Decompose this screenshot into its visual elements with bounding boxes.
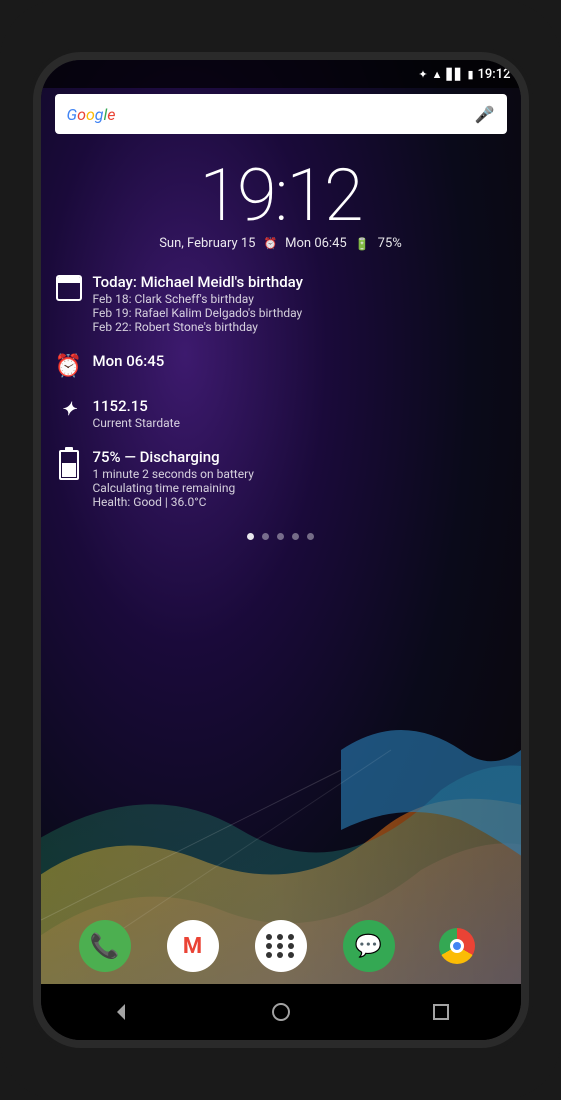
battery-title: 75% — Discharging (93, 448, 254, 466)
stardate-text: 1152.15 Current Stardate (93, 397, 180, 430)
widget-section: Today: Michael Meidl's birthday Feb 18: … (55, 269, 507, 513)
stardate-label: Current Stardate (93, 416, 180, 430)
alarm-text: Mon 06:45 (93, 352, 165, 370)
battery-icon-widget (55, 450, 83, 485)
calendar-icon-graphic (56, 275, 82, 301)
calendar-icon (55, 275, 83, 306)
clock-colon: : (275, 153, 287, 238)
alarm-icon-small: ⏰ (263, 237, 277, 250)
back-icon (111, 1002, 131, 1022)
status-icons: ✦ ▲ ▋▋ ▮ 19:12 (418, 67, 510, 82)
clock-widget: 19:12 Sun, February 15 ⏰ Mon 06:45 🔋 75% (55, 140, 507, 261)
bluetooth-icon: ✦ (418, 68, 427, 81)
battery-text: 75% — Discharging 1 minute 2 seconds on … (93, 448, 254, 509)
calendar-widget: Today: Michael Meidl's birthday Feb 18: … (55, 269, 507, 338)
page-dots (41, 533, 521, 540)
dot-1 (262, 533, 269, 540)
status-time: 19:12 (478, 67, 511, 82)
phone-outer: ✦ ▲ ▋▋ ▮ 19:12 Google 🎤 19:12 Sun, Feb (0, 0, 561, 1100)
calendar-text: Today: Michael Meidl's birthday Feb 18: … (93, 273, 304, 334)
status-bar: ✦ ▲ ▋▋ ▮ 19:12 (41, 60, 521, 88)
clock-info-row: Sun, February 15 ⏰ Mon 06:45 🔋 75% (55, 236, 507, 251)
clock-date: Sun, February 15 (159, 236, 255, 251)
alarm-icon: ⏰ (55, 354, 83, 379)
back-button[interactable] (101, 992, 141, 1032)
battery-detail1: 1 minute 2 seconds on battery (93, 467, 254, 481)
apps-grid-icon (266, 934, 296, 958)
clock-minute: 12 (286, 153, 361, 238)
calendar-line2: Feb 19: Rafael Kalim Delgado's birthday (93, 306, 304, 320)
stardate-value: 1152.15 (93, 397, 180, 415)
clock-battery: 75% (378, 236, 402, 251)
clock-hour: 19 (199, 153, 274, 238)
battery-icon: ▮ (467, 68, 473, 81)
hangouts-icon: 💬 (355, 934, 382, 959)
clock-alarm: Mon 06:45 (285, 236, 347, 251)
battery-detail3: Health: Good | 36.0°C (93, 495, 254, 509)
dock-phone-button[interactable]: 📞 (79, 920, 131, 972)
battery-widget: 75% — Discharging 1 minute 2 seconds on … (55, 444, 507, 513)
dot-3 (292, 533, 299, 540)
dot-0 (247, 533, 254, 540)
phone-icon: 📞 (90, 932, 120, 960)
calendar-line1: Feb 18: Clark Scheff's birthday (93, 292, 304, 306)
dot-2 (277, 533, 284, 540)
alarm-widget: ⏰ Mon 06:45 (55, 348, 507, 383)
dock-applauncher-button[interactable] (255, 920, 307, 972)
phone-body: ✦ ▲ ▋▋ ▮ 19:12 Google 🎤 19:12 Sun, Feb (41, 60, 521, 1040)
calendar-line3: Feb 22: Robert Stone's birthday (93, 320, 304, 334)
home-button[interactable] (261, 992, 301, 1032)
stardate-widget: ✦ 1152.15 Current Stardate (55, 393, 507, 434)
mic-icon[interactable]: 🎤 (475, 105, 495, 124)
calendar-title: Today: Michael Meidl's birthday (93, 273, 304, 291)
alarm-label: Mon 06:45 (93, 352, 165, 370)
dot-4 (307, 533, 314, 540)
battery-status-small: 🔋 (355, 237, 370, 251)
dock-gmail-button[interactable]: M (167, 920, 219, 972)
gmail-icon: M (183, 934, 202, 959)
main-content: 19:12 Sun, February 15 ⏰ Mon 06:45 🔋 75% (41, 140, 521, 513)
wifi-icon: ▲ (432, 68, 443, 81)
search-bar[interactable]: Google 🎤 (55, 94, 507, 134)
chrome-icon (439, 928, 475, 964)
recents-button[interactable] (421, 992, 461, 1032)
dock-chrome-button[interactable] (431, 920, 483, 972)
clock-display: 19:12 (55, 160, 507, 232)
home-icon (271, 1002, 291, 1022)
recents-icon (432, 1003, 450, 1021)
dock-hangouts-button[interactable]: 💬 (343, 920, 395, 972)
nav-bar (41, 984, 521, 1040)
dock: 📞 M 💬 (41, 912, 521, 980)
battery-detail2: Calculating time remaining (93, 481, 254, 495)
google-logo: Google (67, 105, 475, 124)
startrek-icon: ✦ (55, 399, 83, 420)
signal-icon: ▋▋ (447, 68, 464, 81)
